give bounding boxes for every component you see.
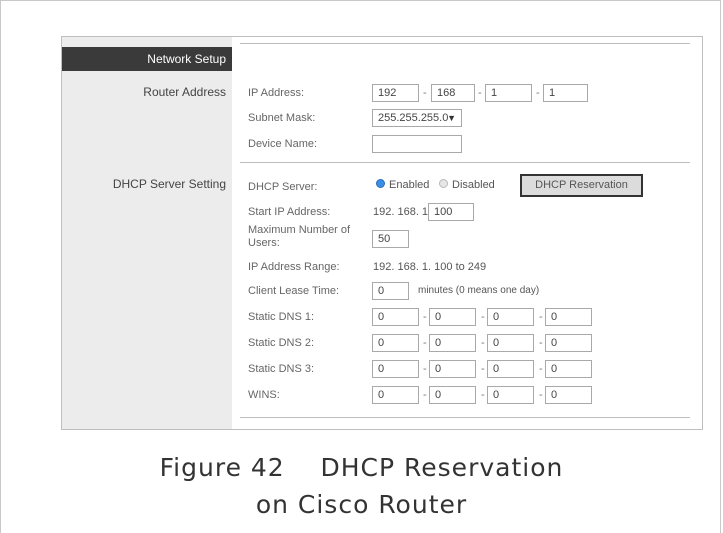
divider-top — [240, 43, 690, 44]
disabled-label: Disabled — [452, 179, 495, 191]
dns1-octet-2[interactable]: 0 — [429, 308, 476, 326]
figure-caption-line-1: Figure 42 DHCP Reservation — [159, 453, 564, 482]
dash: - — [478, 87, 482, 99]
lease-time-input[interactable]: 0 — [372, 282, 409, 300]
start-ip-input[interactable]: 100 — [428, 203, 474, 221]
dash: - — [423, 363, 427, 375]
dash: - — [536, 87, 540, 99]
dhcp-reservation-button[interactable]: DHCP Reservation — [520, 174, 643, 197]
sidebar: Network Setup Router Address DHCP Server… — [62, 37, 232, 429]
wins-octet-3[interactable]: 0 — [487, 386, 534, 404]
dash: - — [481, 363, 485, 375]
subnet-mask-select[interactable]: 255.255.255.0 ▼ — [372, 109, 462, 127]
disabled-radio[interactable] — [439, 179, 448, 188]
wins-label: WINS: — [248, 389, 280, 401]
max-users-label: Maximum Number of Users: — [248, 224, 351, 249]
dns3-octet-1[interactable]: 0 — [372, 360, 419, 378]
dns3-octet-2[interactable]: 0 — [429, 360, 476, 378]
dns2-octet-4[interactable]: 0 — [545, 334, 592, 352]
dns2-octet-2[interactable]: 0 — [429, 334, 476, 352]
ip-range-label: IP Address Range: — [248, 261, 340, 273]
subnet-mask-value: 255.255.255.0 — [378, 112, 449, 124]
dns3-octet-4[interactable]: 0 — [545, 360, 592, 378]
dash: - — [423, 337, 427, 349]
start-ip-label: Start IP Address: — [248, 206, 331, 218]
device-name-input[interactable] — [372, 135, 462, 153]
dns1-octet-3[interactable]: 0 — [487, 308, 534, 326]
dash: - — [423, 311, 427, 323]
dns1-octet-1[interactable]: 0 — [372, 308, 419, 326]
dash: - — [423, 87, 427, 99]
dhcp-server-setting-label: DHCP Server Setting — [112, 177, 226, 191]
wins-octet-1[interactable]: 0 — [372, 386, 419, 404]
dash: - — [481, 389, 485, 401]
dash: - — [539, 337, 543, 349]
dhcp-server-label: DHCP Server: — [248, 181, 318, 193]
lease-time-note: minutes (0 means one day) — [418, 285, 540, 296]
dash: - — [423, 389, 427, 401]
dns3-octet-3[interactable]: 0 — [487, 360, 534, 378]
device-name-label: Device Name: — [248, 138, 318, 150]
dns2-octet-1[interactable]: 0 — [372, 334, 419, 352]
divider-middle — [240, 162, 690, 163]
ip-octet-1[interactable]: 192 — [372, 84, 419, 102]
enabled-radio[interactable] — [376, 179, 385, 188]
static-dns-3-label: Static DNS 3: — [248, 363, 315, 375]
ip-address-label: IP Address: — [248, 87, 305, 99]
dns2-octet-3[interactable]: 0 — [487, 334, 534, 352]
wins-octet-2[interactable]: 0 — [429, 386, 476, 404]
dash: - — [481, 311, 485, 323]
router-address-label: Router Address — [143, 85, 226, 99]
start-ip-prefix: 192. 168. 1. — [373, 206, 432, 218]
dns1-octet-4[interactable]: 0 — [545, 308, 592, 326]
figure-caption-line-2: on Cisco Router — [255, 490, 468, 519]
network-setup-panel: Network Setup Router Address DHCP Server… — [61, 36, 703, 430]
dash: - — [539, 311, 543, 323]
ip-octet-3[interactable]: 1 — [485, 84, 532, 102]
chevron-down-icon: ▼ — [447, 113, 456, 123]
static-dns-1-label: Static DNS 1: — [248, 311, 315, 323]
wins-octet-4[interactable]: 0 — [545, 386, 592, 404]
ip-range-value: 192. 168. 1. 100 to 249 — [373, 261, 487, 273]
dash: - — [539, 389, 543, 401]
static-dns-2-label: Static DNS 2: — [248, 337, 315, 349]
lease-time-label: Client Lease Time: — [248, 285, 340, 297]
dash: - — [539, 363, 543, 375]
max-users-input[interactable]: 50 — [372, 230, 409, 248]
subnet-mask-label: Subnet Mask: — [248, 112, 316, 124]
dash: - — [481, 337, 485, 349]
network-setup-header: Network Setup — [62, 47, 232, 71]
divider-bottom — [240, 417, 690, 418]
ip-octet-2[interactable]: 168 — [431, 84, 475, 102]
enabled-label: Enabled — [389, 179, 430, 191]
ip-octet-4[interactable]: 1 — [543, 84, 588, 102]
